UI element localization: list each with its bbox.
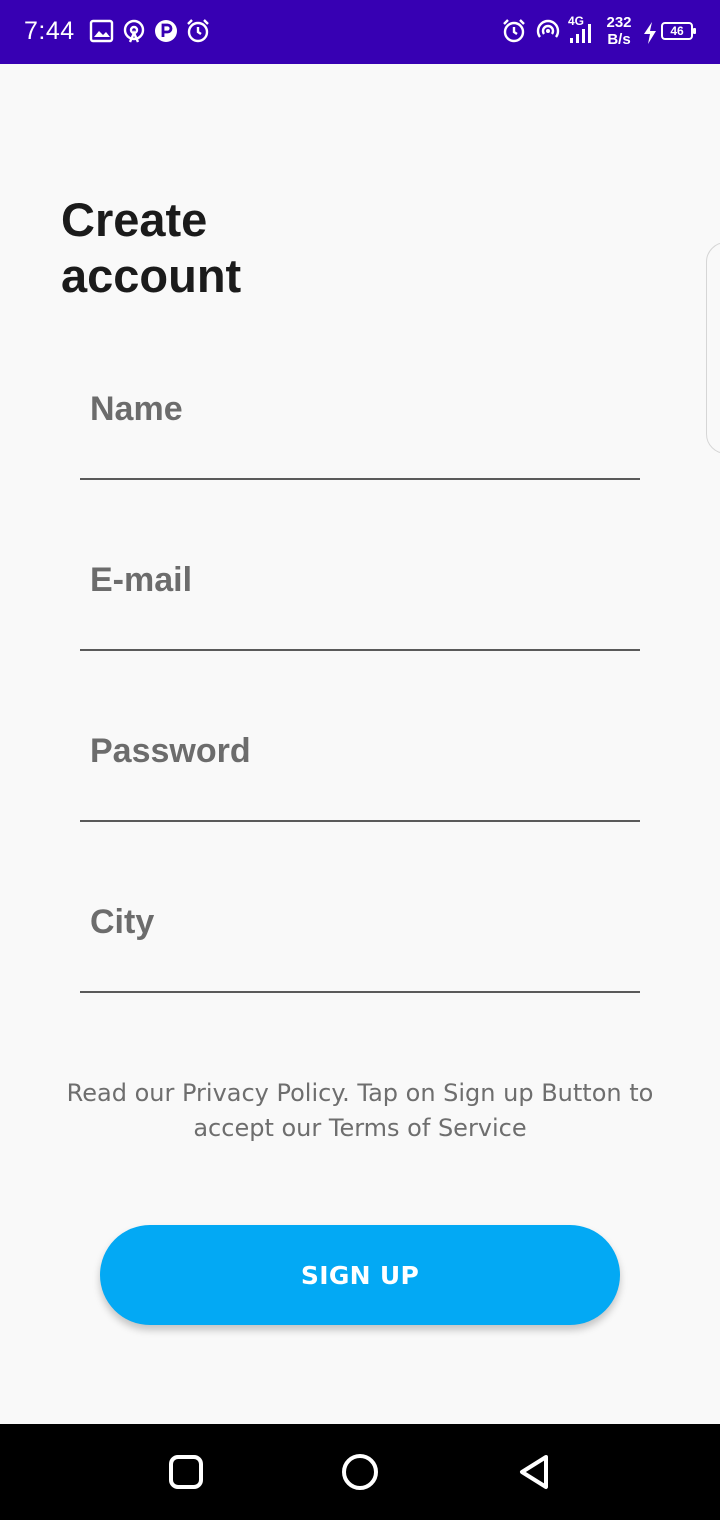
battery-icon: 46 bbox=[661, 22, 696, 40]
recents-square-icon[interactable] bbox=[166, 1452, 206, 1492]
signal-4g-icon bbox=[568, 22, 596, 50]
city-field[interactable] bbox=[80, 883, 640, 993]
terms-text: Read our Privacy Policy. Tap on Sign up … bbox=[66, 1079, 654, 1142]
password-field[interactable] bbox=[80, 712, 640, 822]
navigation-bar bbox=[0, 1424, 720, 1520]
parking-p-icon bbox=[153, 18, 181, 46]
hotspot-icon bbox=[535, 18, 563, 46]
status-time: 7:44 bbox=[24, 17, 75, 45]
status-bar: 7:44 4G 232 B/s 46 bbox=[0, 0, 720, 64]
network-speed: 232 B/s bbox=[606, 14, 632, 48]
image-icon bbox=[89, 18, 117, 46]
alarm-icon bbox=[185, 18, 213, 46]
side-panel-handle[interactable] bbox=[706, 242, 720, 454]
page-title: Create account bbox=[61, 193, 242, 302]
hotspot-icon bbox=[121, 18, 149, 46]
home-circle-icon[interactable] bbox=[340, 1452, 380, 1492]
alarm-icon bbox=[501, 18, 529, 46]
name-field[interactable] bbox=[80, 370, 640, 480]
back-triangle-icon[interactable] bbox=[514, 1452, 554, 1492]
sign-up-button[interactable]: SIGN UP bbox=[100, 1225, 620, 1325]
email-field[interactable] bbox=[80, 541, 640, 651]
